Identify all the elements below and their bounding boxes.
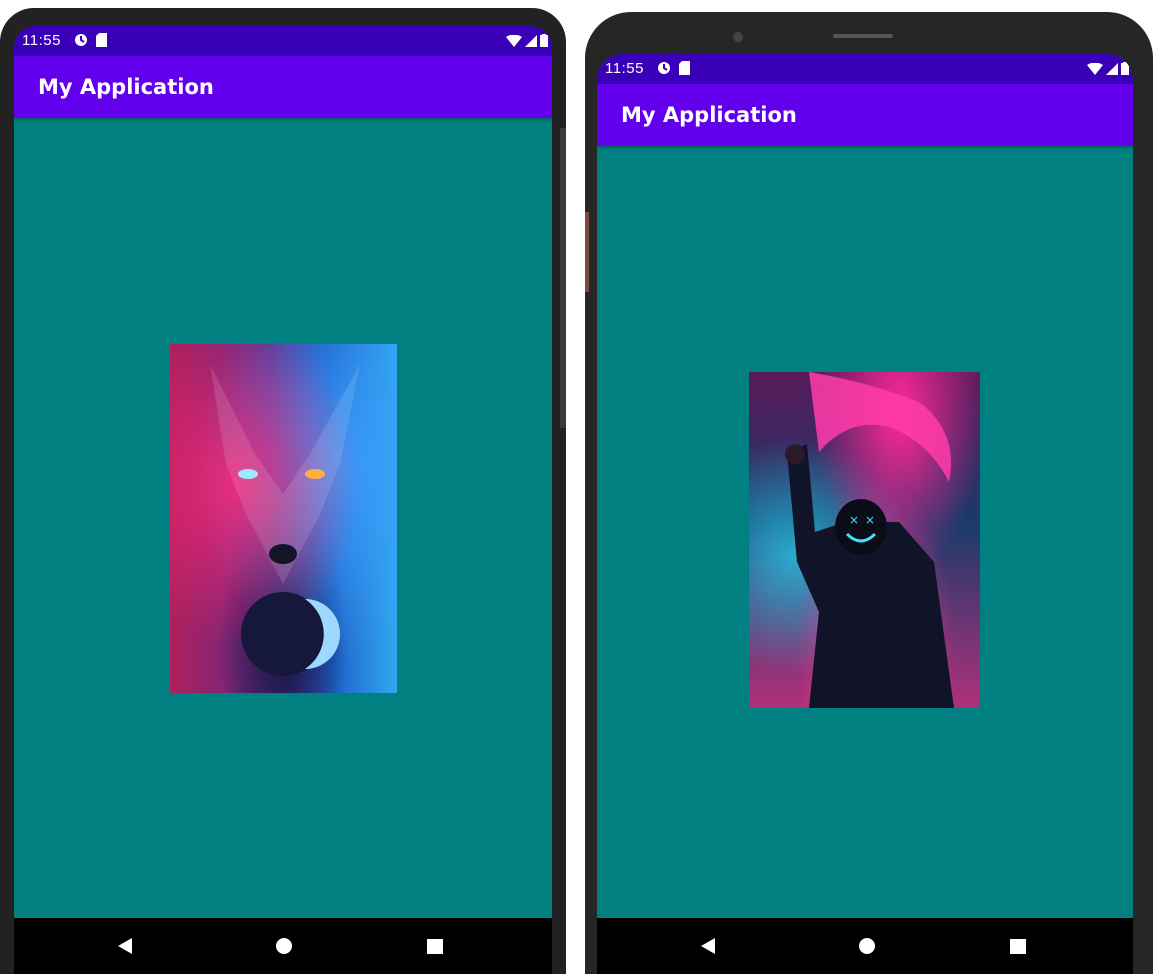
wifi-icon	[506, 34, 522, 47]
wolf-image	[170, 344, 397, 693]
sd-card-icon	[96, 33, 107, 47]
home-icon[interactable]	[276, 938, 292, 954]
phone-right: 11:55 My Application × ×	[585, 12, 1153, 974]
app-screen: 11:55 My Application × ×	[597, 54, 1133, 974]
back-icon[interactable]	[701, 938, 715, 954]
status-bar: 11:55	[14, 26, 552, 56]
app-bar: My Application	[597, 84, 1133, 146]
sd-card-icon	[679, 61, 690, 75]
navigation-bar	[14, 918, 552, 974]
signal-icon	[525, 34, 537, 47]
navigation-bar	[597, 918, 1133, 974]
recents-icon[interactable]	[1010, 939, 1026, 954]
svg-text:×: ×	[865, 513, 875, 527]
app-title: My Application	[621, 103, 797, 127]
back-icon[interactable]	[118, 938, 132, 954]
battery-icon	[1121, 62, 1129, 75]
app-title: My Application	[38, 75, 214, 99]
earpiece-speaker	[833, 34, 893, 38]
sync-icon	[658, 62, 670, 74]
app-screen: 11:55 My Application	[14, 26, 552, 974]
status-bar: 11:55	[597, 54, 1133, 84]
home-icon[interactable]	[859, 938, 875, 954]
phone-left: 11:55 My Application	[0, 8, 566, 974]
recents-icon[interactable]	[427, 939, 443, 954]
front-camera	[733, 32, 743, 42]
masked-figure-image: × ×	[749, 372, 980, 708]
status-time: 11:55	[22, 32, 61, 49]
wolf-artwork	[210, 364, 360, 676]
wifi-icon	[1087, 62, 1103, 75]
battery-icon	[540, 34, 548, 47]
signal-icon	[1106, 62, 1118, 75]
status-time: 11:55	[605, 60, 644, 77]
svg-text:×: ×	[849, 513, 859, 527]
masked-figure-artwork: × ×	[785, 372, 954, 708]
sync-icon	[75, 34, 87, 46]
app-bar: My Application	[14, 56, 552, 118]
